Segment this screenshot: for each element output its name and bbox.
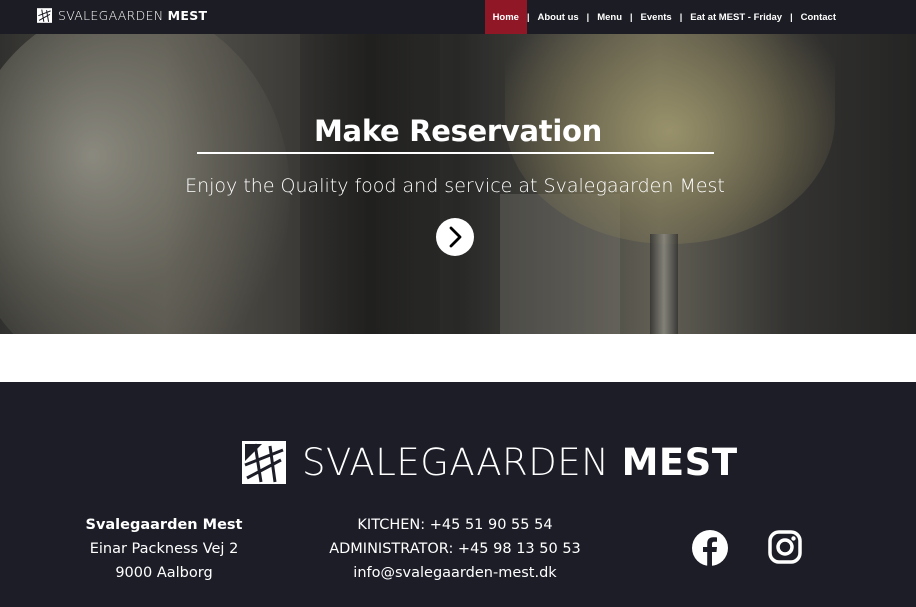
city-address: 9000 Aalborg (115, 565, 213, 581)
facebook-link[interactable] (692, 530, 728, 571)
footer-logo: SVALEGAARDEN MEST (242, 441, 738, 484)
nav-about-us[interactable]: About us (530, 0, 587, 34)
hero-title: Make Reservation (314, 114, 602, 148)
street-address: Einar Packness Vej 2 (89, 541, 239, 557)
main-menu: Home | About us | Menu | Events | Eat at… (484, 0, 916, 34)
nav-menu[interactable]: Menu (589, 0, 630, 34)
nav-eat-at-mest-friday[interactable]: Eat at MEST - Friday (682, 0, 790, 34)
address-block: Svalegaarden Mest Einar Packness Vej 2 9… (60, 513, 268, 585)
nav-events[interactable]: Events (633, 0, 680, 34)
instagram-icon (768, 530, 802, 564)
site-footer: SVALEGAARDEN MEST Svalegaarden Mest Eina… (0, 382, 916, 607)
brand-logo[interactable]: SVALEGAARDEN MEST (37, 8, 207, 23)
facebook-icon (692, 530, 728, 566)
email-link[interactable]: info@svalegaarden-mest.dk (300, 561, 610, 585)
hero-divider (197, 152, 714, 154)
contact-block: KITCHEN: +45 51 90 55 54 ADMINISTRATOR: … (300, 513, 610, 585)
nav-home[interactable]: Home (484, 0, 527, 34)
brand-name: SVALEGAARDEN MEST (58, 8, 208, 23)
kitchen-phone[interactable]: KITCHEN: +45 51 90 55 54 (300, 513, 610, 537)
business-name: Svalegaarden Mest (85, 517, 243, 533)
footer-logo-text: SVALEGAARDEN MEST (302, 441, 738, 484)
reservation-next-button[interactable] (436, 218, 474, 256)
nav-contact[interactable]: Contact (793, 0, 844, 34)
chevron-right-icon (449, 226, 462, 248)
hero-subtitle: Enjoy the Quality food and service at Sv… (185, 175, 725, 197)
hero-banner: Make Reservation Enjoy the Quality food … (0, 34, 916, 334)
top-navigation: SVALEGAARDEN MEST Home | About us | Menu… (0, 0, 916, 34)
logo-mark-icon (37, 8, 52, 23)
administrator-phone[interactable]: ADMINISTRATOR: +45 98 13 50 53 (300, 537, 610, 561)
logo-mark-icon (242, 441, 286, 484)
instagram-link[interactable] (768, 530, 802, 569)
